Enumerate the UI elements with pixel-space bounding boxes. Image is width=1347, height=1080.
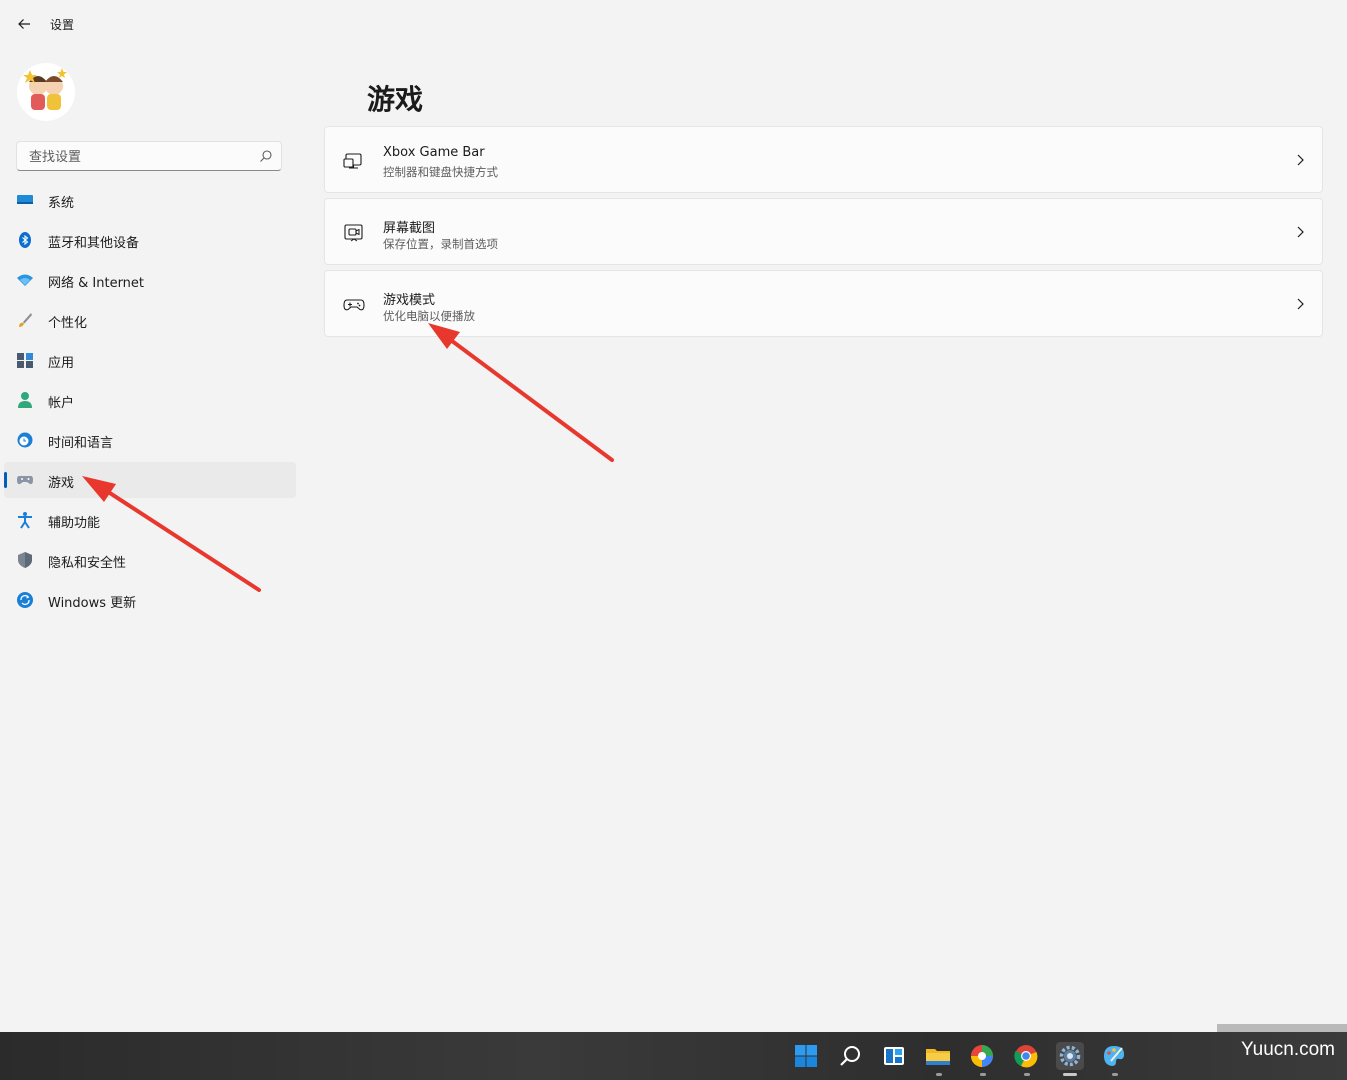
- monitor-icon: [16, 191, 34, 209]
- sidebar-item-windows-update[interactable]: Windows 更新: [4, 582, 296, 618]
- sidebar-item-label: 个性化: [48, 316, 88, 331]
- sidebar-item-label: 辅助功能: [48, 516, 101, 531]
- avatar[interactable]: [16, 62, 76, 122]
- sidebar-item-network[interactable]: 网络 & Internet: [4, 262, 296, 298]
- page-title: 游戏: [367, 83, 424, 116]
- apps-icon: [16, 351, 34, 369]
- card-subtitle: 控制器和键盘快捷方式: [383, 165, 498, 179]
- taskbar-running-indicator: [1024, 1073, 1030, 1076]
- search-input[interactable]: [27, 142, 251, 172]
- sidebar-item-time-language[interactable]: 时间和语言: [4, 422, 296, 458]
- card-title: 游戏模式: [383, 293, 436, 308]
- settings-icon[interactable]: [1056, 1042, 1084, 1070]
- sidebar-item-privacy[interactable]: 隐私和安全性: [4, 542, 296, 578]
- captures-card[interactable]: 屏幕截图 保存位置，录制首选项: [324, 198, 1323, 265]
- taskbar-running-indicator: [980, 1073, 986, 1076]
- sidebar-item-bluetooth[interactable]: 蓝牙和其他设备: [4, 222, 296, 258]
- shield-icon: [16, 551, 34, 569]
- taskbar-running-indicator: [1112, 1073, 1118, 1076]
- globe-clock-icon: [16, 431, 34, 449]
- color-picker-app-icon[interactable]: [968, 1042, 996, 1070]
- bluetooth-icon: [16, 231, 34, 249]
- gamepad-icon: [16, 471, 34, 489]
- sidebar-item-label: 隐私和安全性: [48, 556, 127, 571]
- xbox-game-bar-card[interactable]: Xbox Game Bar 控制器和键盘快捷方式: [324, 126, 1323, 193]
- sidebar-item-label: 系统: [48, 196, 75, 211]
- back-arrow-icon: [18, 19, 30, 29]
- card-subtitle: 优化电脑以便播放: [383, 309, 475, 323]
- file-explorer-icon[interactable]: [924, 1042, 952, 1070]
- search-icon: [260, 150, 272, 162]
- sidebar-item-accessibility[interactable]: 辅助功能: [4, 502, 296, 538]
- sidebar-item-label: 网络 & Internet: [48, 276, 145, 291]
- paint-icon[interactable]: [1100, 1042, 1128, 1070]
- annotation-arrow-game-mode: [428, 323, 614, 462]
- card-subtitle: 保存位置，录制首选项: [383, 237, 498, 251]
- person-icon: [16, 391, 34, 409]
- sidebar-item-accounts[interactable]: 帐户: [4, 382, 296, 418]
- search-box[interactable]: [16, 141, 282, 172]
- card-title: Xbox Game Bar: [383, 145, 485, 160]
- sidebar-item-gaming[interactable]: 游戏: [4, 462, 296, 498]
- capture-icon: [344, 224, 363, 242]
- taskbar-running-indicator: [936, 1073, 942, 1076]
- widgets-icon[interactable]: [880, 1042, 908, 1070]
- sidebar-item-apps[interactable]: 应用: [4, 342, 296, 378]
- sync-icon: [16, 591, 34, 609]
- sidebar-item-label: Windows 更新: [48, 596, 137, 611]
- taskbar-active-indicator: [1063, 1073, 1077, 1076]
- app-title: 设置: [50, 18, 75, 32]
- sidebar-item-label: 时间和语言: [48, 436, 114, 451]
- accessibility-icon: [16, 511, 34, 529]
- card-title: 屏幕截图: [383, 221, 436, 236]
- sidebar-item-label: 帐户: [48, 396, 75, 411]
- wifi-icon: [16, 271, 34, 289]
- back-button[interactable]: [12, 12, 36, 36]
- sidebar-nav: 系统 蓝牙和其他设备 网络 & Internet 个性化 应用 帐户 时间和语言…: [4, 182, 296, 622]
- sidebar-item-label: 蓝牙和其他设备: [48, 236, 140, 251]
- chevron-right-icon: [1297, 154, 1304, 166]
- watermark: Yuucn.com: [1241, 1039, 1335, 1060]
- sidebar-item-label: 游戏: [48, 476, 75, 491]
- brush-icon: [16, 311, 34, 329]
- chrome-icon[interactable]: [1012, 1042, 1040, 1070]
- game-bar-icon: [343, 153, 362, 169]
- gamepad-icon: [343, 299, 365, 311]
- sidebar-item-personalization[interactable]: 个性化: [4, 302, 296, 338]
- search-icon[interactable]: [836, 1042, 864, 1070]
- sidebar-item-system[interactable]: 系统: [4, 182, 296, 218]
- game-mode-card[interactable]: 游戏模式 优化电脑以便播放: [324, 270, 1323, 337]
- windows-start-icon[interactable]: [792, 1042, 820, 1070]
- title-bar: 设置: [0, 0, 1347, 48]
- chevron-right-icon: [1297, 298, 1304, 310]
- taskbar: [0, 1032, 1347, 1080]
- chevron-right-icon: [1297, 226, 1304, 238]
- sidebar-item-label: 应用: [48, 356, 75, 371]
